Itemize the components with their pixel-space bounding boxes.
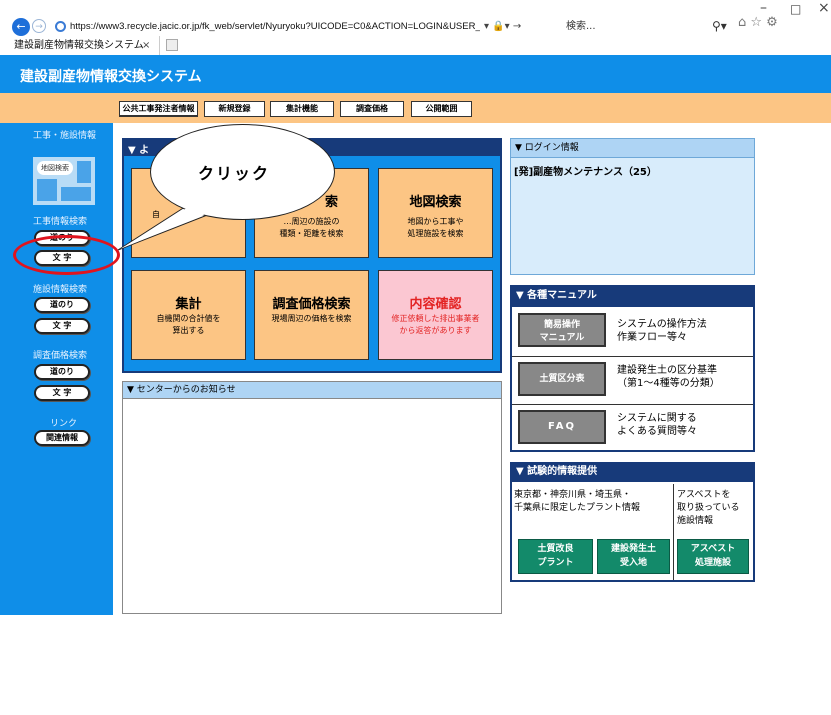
minimize-icon[interactable]: –: [760, 0, 767, 16]
forward-icon[interactable]: →: [32, 19, 46, 33]
card-survey-price-search[interactable]: 調査価格検索 現場周辺の価格を検索: [254, 270, 369, 360]
ie-logo-icon: [55, 21, 66, 32]
card-title: 調査価格検索: [272, 297, 351, 312]
function-panel-title: ▼ よ: [128, 145, 150, 156]
login-panel: [510, 138, 755, 275]
tab-survey-price[interactable]: 調査価格: [340, 101, 404, 117]
sidebar-section-construction: 工事情報検索: [33, 217, 88, 227]
tab-new-registration[interactable]: 新規登録: [204, 101, 265, 117]
news-header: ▼ センターからのお知らせ: [122, 381, 502, 399]
close-icon[interactable]: ×: [818, 0, 830, 16]
sidebar-section-facility: 施設情報検索: [33, 285, 88, 295]
plant-info-description: 東京都・神奈川県・埼玉県・ 千葉県に限定したプラント情報: [514, 490, 641, 513]
trial-info-header: ▼ 試験的情報提供: [510, 462, 755, 482]
maximize-icon[interactable]: □: [790, 2, 801, 16]
facility-road-button[interactable]: 道のり: [34, 297, 90, 313]
tab-public-scope[interactable]: 公開範囲: [411, 101, 472, 117]
survey-road-button[interactable]: 道のり: [34, 364, 90, 380]
soil-classification-button[interactable]: 土質区分表: [518, 362, 606, 396]
highlight-circle: [13, 235, 120, 275]
card-title: 内容確認: [409, 297, 462, 312]
divider: [673, 484, 674, 580]
asbestos-facility-button[interactable]: アスベスト 処理施設: [677, 539, 749, 574]
browser-tab[interactable]: 建設副産物情報交換システム: [0, 36, 160, 55]
card-subtitle: 修正依頼した排出事業者 から返答があります: [391, 314, 480, 335]
construction-soil-site-button[interactable]: 建設発生土 受入地: [597, 539, 670, 574]
login-user: [発]副産物メンテナンス（25）: [514, 167, 657, 178]
soil-improvement-plant-button[interactable]: 土質改良 プラント: [518, 539, 593, 574]
address-bar[interactable]: https://www3.recycle.jacic.or.jp/fk_web/…: [70, 17, 530, 36]
manual-header: ▼ 各種マニュアル: [510, 285, 755, 307]
map-block-icon: [61, 187, 91, 201]
card-subtitle: 地図から工事や 処理施設を検索: [407, 217, 464, 238]
map-search-label: 地図検索: [37, 161, 73, 175]
card-content-confirm[interactable]: 内容確認 修正依頼した排出事業者 から返答があります: [378, 270, 493, 360]
card-subtitle: 現場周辺の価格を検索: [271, 314, 352, 323]
search-input[interactable]: 検索...: [566, 17, 596, 36]
tab-close-icon[interactable]: ×: [142, 36, 150, 55]
address-bar-controls[interactable]: ▾ 🔒▾ →: [480, 17, 564, 36]
manual-description: 建設発生土の区分基準 （第1～4種等の分類）: [617, 365, 720, 389]
tab-public-orderer[interactable]: 公共工事発注者情報: [119, 101, 198, 117]
related-info-button[interactable]: 関連情報: [34, 430, 90, 446]
sidebar-section-facility-info: 工事・施設情報: [33, 131, 97, 141]
sidebar-section-survey-price: 調査価格検索: [33, 351, 88, 361]
tab-aggregate[interactable]: 集計機能: [270, 101, 334, 117]
sidebar-section-links: リンク: [50, 419, 78, 429]
facility-text-button[interactable]: 文 字: [34, 318, 90, 334]
callout-text: クリック: [198, 164, 271, 183]
news-panel: [122, 381, 502, 614]
map-block-icon: [77, 161, 91, 183]
map-block-icon: [37, 179, 57, 201]
manual-description: システムの操作方法 作業フロー等々: [617, 319, 707, 343]
toolbar-icons[interactable]: ⌂ ☆ ⚙: [738, 15, 778, 30]
simple-manual-button[interactable]: 簡易操作 マニュアル: [518, 313, 606, 347]
faq-button[interactable]: FAQ: [518, 410, 606, 444]
card-aggregate[interactable]: 集計 自機関の合計値を 算出する: [131, 270, 246, 360]
card-map-search[interactable]: 地図検索 地図から工事や 処理施設を検索: [378, 168, 493, 258]
card-subtitle: 自機関の合計値を 算出する: [156, 314, 221, 335]
login-header: ▼ ログイン情報: [510, 138, 755, 158]
manual-description: システムに関する よくある質問等々: [617, 413, 697, 437]
map-search-icon[interactable]: 地図検索: [33, 157, 95, 205]
survey-text-button[interactable]: 文 字: [34, 385, 90, 401]
site-title: 建設副産物情報交換システム: [20, 69, 202, 85]
search-icon[interactable]: ⚲▾: [712, 17, 727, 36]
card-title: 集計: [175, 297, 202, 312]
back-icon[interactable]: ←: [12, 18, 30, 36]
asbestos-info-description: アスベストを 取り扱っている 施設情報: [677, 490, 740, 526]
card-subtitle: …周辺の施設の 種類・距離を検索: [279, 217, 344, 238]
card-title: 地図検索: [409, 195, 462, 210]
new-tab-icon[interactable]: [166, 39, 178, 51]
